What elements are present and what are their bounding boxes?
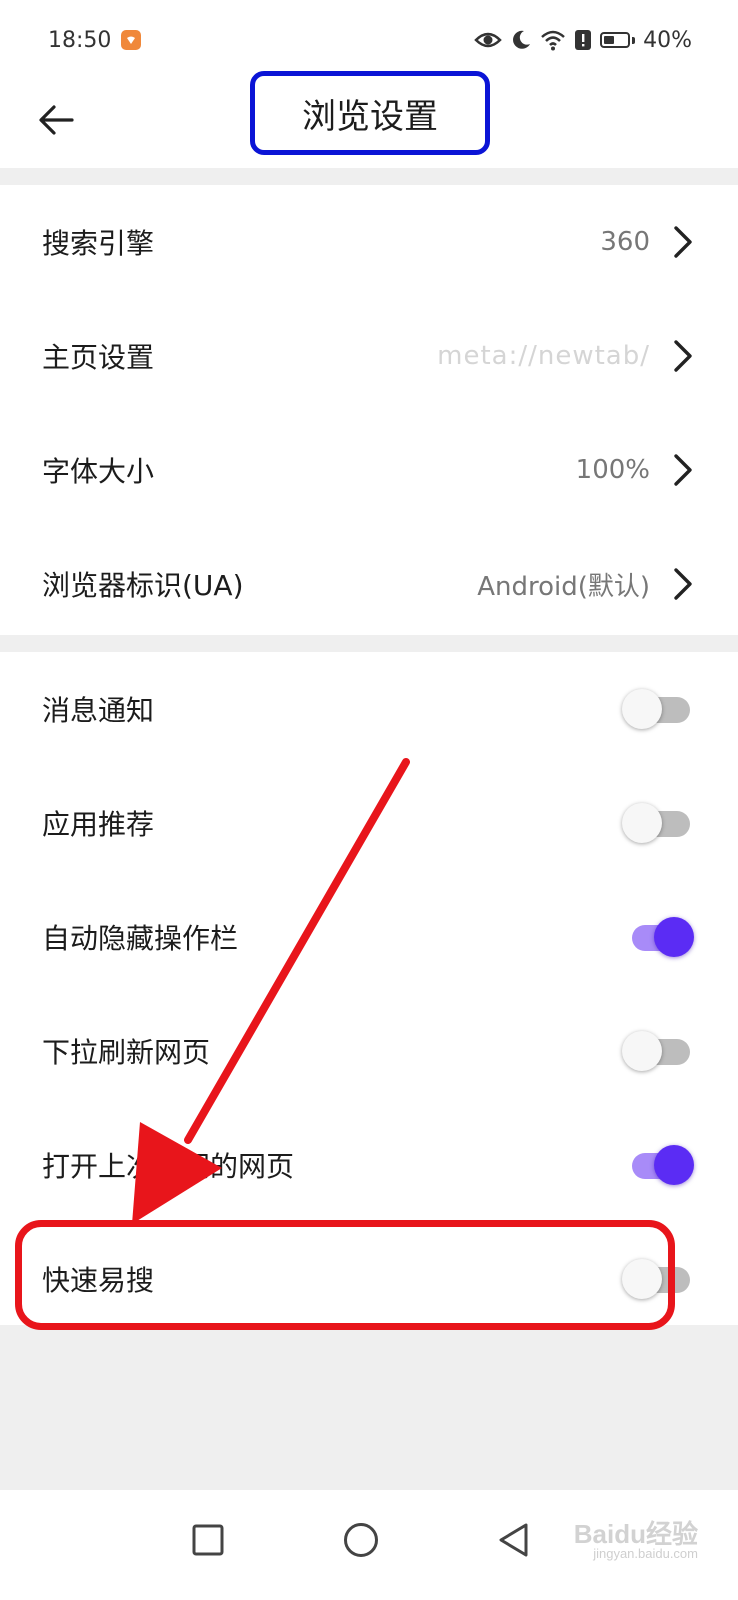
setting-label: 自动隐藏操作栏 xyxy=(42,922,239,955)
recents-square-icon xyxy=(192,1524,224,1556)
toggle-switch[interactable] xyxy=(622,801,694,845)
setting-value: 100% xyxy=(575,455,650,485)
baidu-watermark: Baidu经验 jingyan.baidu.com xyxy=(573,1519,698,1561)
setting-label: 主页设置 xyxy=(42,341,155,374)
setting-label: 应用推荐 xyxy=(42,808,155,841)
setting-row-app-recommend: 应用推荐 xyxy=(0,766,738,880)
nav-back-button[interactable] xyxy=(484,1510,544,1570)
app-bar: 浏览设置 xyxy=(0,71,738,168)
setting-label: 消息通知 xyxy=(42,694,155,727)
chevron-right-icon xyxy=(674,568,692,600)
setting-label: 浏览器标识(UA) xyxy=(42,569,244,602)
recents-button[interactable] xyxy=(178,1510,238,1570)
setting-row-auto-hide-toolbar: 自动隐藏操作栏 xyxy=(0,880,738,994)
annotation-highlight-box xyxy=(15,1220,675,1330)
setting-row-message-notification: 消息通知 xyxy=(0,652,738,766)
section-divider xyxy=(0,635,738,652)
home-button[interactable] xyxy=(331,1510,391,1570)
setting-row-homepage[interactable]: 主页设置 meta://newtab/ xyxy=(0,299,738,413)
battery-level: 40% xyxy=(643,27,692,53)
setting-row-user-agent[interactable]: 浏览器标识(UA) Android(默认) xyxy=(0,527,738,641)
setting-row-pull-to-refresh: 下拉刷新网页 xyxy=(0,994,738,1108)
setting-label: 下拉刷新网页 xyxy=(42,1036,211,1069)
page-title: 浏览设置 xyxy=(250,71,490,155)
wifi-icon xyxy=(540,29,566,51)
chevron-right-icon xyxy=(674,226,692,258)
browse-settings-section: 搜索引擎 360 主页设置 meta://newtab/ 字体大小 100% 浏… xyxy=(0,185,738,641)
alert-icon xyxy=(574,29,592,51)
setting-row-font-size[interactable]: 字体大小 100% xyxy=(0,413,738,527)
status-time: 18:50 xyxy=(48,27,112,53)
toggle-switch[interactable] xyxy=(622,1143,694,1187)
setting-value: meta://newtab/ xyxy=(437,341,650,371)
moon-icon xyxy=(510,29,532,51)
divider xyxy=(0,168,738,185)
home-circle-icon xyxy=(344,1523,378,1557)
setting-label: 打开上次关闭的网页 xyxy=(42,1150,295,1183)
system-nav-bar: Baidu经验 jingyan.baidu.com xyxy=(0,1490,738,1600)
setting-label: 搜索引擎 xyxy=(42,227,155,260)
toggle-switch[interactable] xyxy=(622,687,694,731)
back-triangle-icon xyxy=(499,1523,528,1557)
chevron-right-icon xyxy=(674,340,692,372)
chevron-right-icon xyxy=(674,454,692,486)
setting-row-search-engine[interactable]: 搜索引擎 360 xyxy=(0,185,738,299)
eye-icon xyxy=(474,30,502,50)
empty-area xyxy=(0,1325,738,1490)
setting-value: 360 xyxy=(600,227,650,257)
toggle-switch[interactable] xyxy=(622,915,694,959)
battery-icon xyxy=(600,32,636,48)
setting-row-reopen-closed-pages: 打开上次关闭的网页 xyxy=(0,1108,738,1222)
status-bar: 18:50 40% xyxy=(0,0,738,80)
setting-label: 字体大小 xyxy=(42,455,155,488)
notification-app-icon xyxy=(121,30,142,50)
setting-value: Android(默认) xyxy=(477,571,650,602)
toggle-switch[interactable] xyxy=(622,1029,694,1073)
